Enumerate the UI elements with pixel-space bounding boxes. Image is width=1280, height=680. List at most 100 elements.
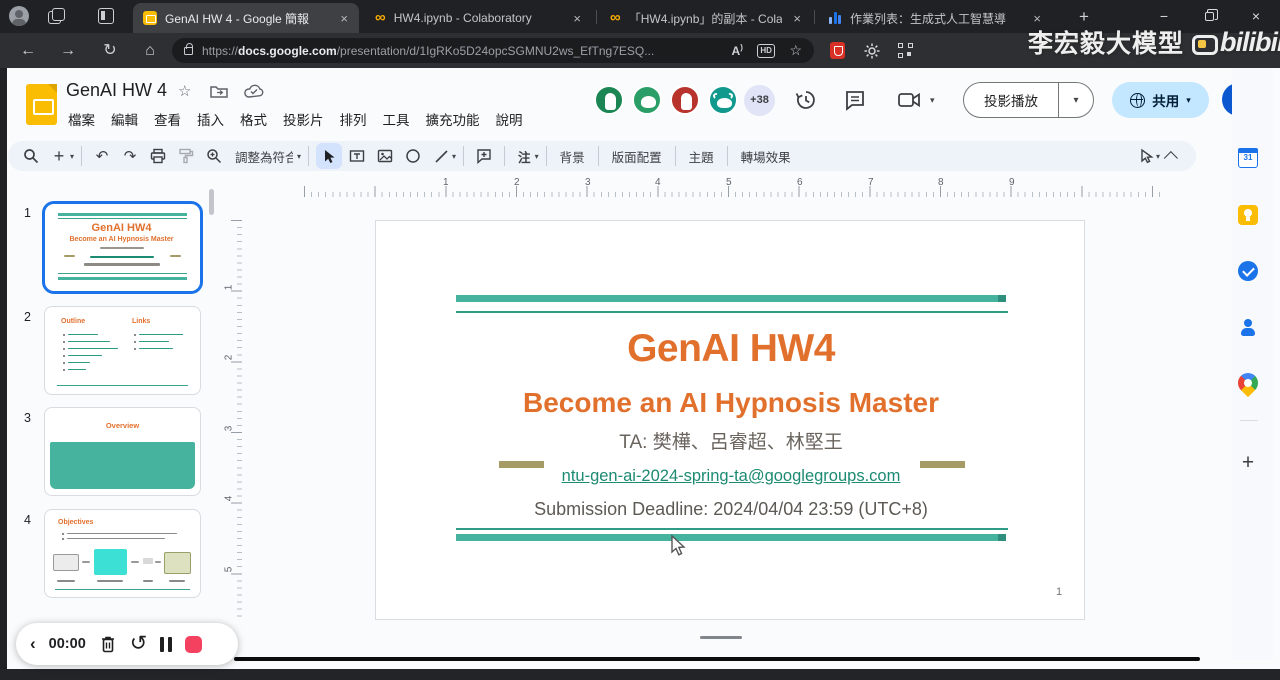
restart-icon[interactable]: ↺	[130, 633, 148, 654]
window-minimize-button[interactable]: −	[1144, 0, 1184, 33]
calendar-icon[interactable]: 31	[1237, 147, 1258, 168]
print-icon[interactable]	[145, 143, 171, 169]
fit-zoom-caret-icon[interactable]: ▾	[297, 152, 301, 161]
version-history-icon[interactable]	[794, 88, 818, 112]
slide-thumbnail-2[interactable]: Outline Links	[44, 306, 201, 395]
forward-icon[interactable]: →	[56, 39, 80, 63]
back-icon[interactable]: ←	[16, 39, 40, 63]
filmstrip-scrollbar[interactable]	[209, 189, 214, 215]
menu-format[interactable]: 格式	[232, 106, 275, 132]
recorder-collapse-icon[interactable]: ‹	[30, 634, 36, 654]
text-box-tool[interactable]	[344, 143, 370, 169]
home-icon[interactable]: ⌂	[138, 39, 162, 63]
tab-genai-hw4[interactable]: GenAI HW 4 - Google 簡報 ×	[133, 3, 359, 33]
new-tab-button[interactable]: +	[1072, 5, 1096, 29]
present-button[interactable]: 投影播放 ▾	[963, 82, 1094, 118]
window-restore-button[interactable]	[1190, 0, 1230, 33]
tab-assignment-list[interactable]: 作業列表：生成式人工智慧導 ×	[818, 3, 1052, 33]
collaborator-avatar[interactable]	[632, 85, 662, 115]
window-close-button[interactable]: ×	[1236, 0, 1276, 33]
slide-deadline[interactable]: Submission Deadline: 2024/04/04 23:59 (U…	[376, 499, 1086, 520]
cloud-status-icon[interactable]	[244, 84, 264, 98]
trash-icon[interactable]	[99, 634, 117, 654]
pause-icon[interactable]	[160, 636, 172, 652]
slide-title[interactable]: GenAI HW4	[376, 327, 1086, 371]
zoom-icon[interactable]	[201, 143, 227, 169]
collaborator-avatar[interactable]	[670, 85, 700, 115]
annotate-button[interactable]: 注	[512, 147, 537, 166]
meet-camera-icon[interactable]	[897, 88, 927, 112]
tab-colab-copy[interactable]: ∞ 「HW4.ipynb」的副本 - Colabo ×	[600, 3, 812, 33]
maps-icon[interactable]	[1233, 368, 1263, 398]
contacts-icon[interactable]	[1238, 317, 1258, 337]
tab-colab-hw4[interactable]: ∞ HW4.ipynb - Colaboratory ×	[365, 3, 592, 33]
tab-close-icon[interactable]: ×	[337, 11, 351, 26]
browser-profile-avatar[interactable]	[9, 6, 29, 26]
speaker-notes-handle[interactable]	[700, 636, 742, 639]
menu-file[interactable]: 檔案	[60, 106, 103, 132]
star-document-icon[interactable]: ☆	[178, 82, 191, 100]
extension-icon[interactable]	[830, 42, 845, 59]
slide-subtitle[interactable]: Become an AI Hypnosis Master	[376, 387, 1086, 419]
menu-slide[interactable]: 投影片	[275, 106, 332, 132]
stop-record-button[interactable]	[184, 635, 202, 653]
qr-code-icon[interactable]	[898, 43, 913, 58]
paint-format-icon[interactable]	[173, 143, 199, 169]
read-aloud-icon[interactable]: A)	[732, 43, 743, 58]
tab-close-icon[interactable]: ×	[570, 11, 584, 26]
document-title[interactable]: GenAI HW 4	[66, 80, 167, 101]
theme-button[interactable]: 主題	[683, 147, 720, 166]
search-icon[interactable]	[18, 143, 44, 169]
undo-icon[interactable]: ↶	[89, 143, 115, 169]
add-slide-caret-icon[interactable]: ▾	[70, 152, 74, 161]
fit-zoom-select[interactable]: 調整為符合大小	[229, 147, 299, 166]
slide-canvas[interactable]: GenAI HW4 Become an AI Hypnosis Master T…	[375, 220, 1085, 620]
camera-caret-icon[interactable]: ▾	[930, 95, 935, 106]
present-caret-icon[interactable]: ▾	[1059, 95, 1093, 106]
menu-edit[interactable]: 編輯	[103, 106, 146, 132]
menu-insert[interactable]: 插入	[189, 106, 232, 132]
share-button[interactable]: 共用 ▾	[1112, 82, 1209, 118]
line-caret-icon[interactable]: ▾	[452, 152, 456, 161]
add-slide-button[interactable]: +	[46, 143, 72, 169]
url-text[interactable]: https://docs.google.com/presentation/d/1…	[202, 44, 724, 58]
tab-groups-icon[interactable]	[48, 8, 65, 24]
menu-view[interactable]: 查看	[146, 106, 189, 132]
background-button[interactable]: 背景	[554, 147, 591, 166]
redo-icon[interactable]: ↷	[117, 143, 143, 169]
insert-line-tool[interactable]	[428, 143, 454, 169]
share-caret-icon[interactable]: ▾	[1186, 95, 1191, 106]
slide-thumbnail-3[interactable]: Overview	[44, 407, 201, 496]
tab-close-icon[interactable]: ×	[790, 11, 804, 26]
menu-arrange[interactable]: 排列	[332, 106, 375, 132]
insert-shape-tool[interactable]	[400, 143, 426, 169]
insert-comment-tool[interactable]	[471, 143, 497, 169]
annotate-caret-icon[interactable]: ▾	[535, 152, 539, 161]
workspace-window-icon[interactable]	[98, 8, 114, 24]
add-addon-button[interactable]: +	[1232, 451, 1264, 475]
extension-gear-icon[interactable]	[864, 43, 880, 59]
keep-icon[interactable]	[1238, 205, 1258, 225]
slide-ta-line[interactable]: TA: 樊樺、呂睿超、林堅王	[376, 427, 1086, 454]
video-progress-bar[interactable]	[234, 657, 1200, 661]
transition-button[interactable]: 轉場效果	[735, 147, 797, 166]
slide-thumbnail-1[interactable]: GenAI HW4 Become an AI Hypnosis Master	[42, 201, 203, 294]
slide-email-link[interactable]: ntu-gen-ai-2024-spring-ta@googlegroups.c…	[376, 467, 1086, 486]
collapse-toolbar-icon[interactable]	[1160, 143, 1186, 169]
layout-button[interactable]: 版面配置	[606, 147, 668, 166]
collaborator-avatar[interactable]	[594, 85, 624, 115]
menu-extensions[interactable]: 擴充功能	[418, 106, 488, 132]
menu-help[interactable]: 說明	[488, 106, 531, 132]
hd-icon[interactable]: HD	[756, 43, 776, 58]
move-folder-icon[interactable]	[210, 84, 228, 98]
url-bar[interactable]: https://docs.google.com/presentation/d/1…	[172, 38, 814, 63]
refresh-icon[interactable]: ↻	[98, 39, 122, 63]
comment-history-icon[interactable]	[843, 88, 867, 112]
collaborator-avatar[interactable]	[708, 85, 738, 115]
collaborator-overflow-badge[interactable]: +38	[744, 85, 775, 116]
select-tool[interactable]	[316, 143, 343, 169]
tab-close-icon[interactable]: ×	[1030, 11, 1044, 26]
insert-image-tool[interactable]	[372, 143, 398, 169]
favorite-star-icon[interactable]: ☆	[789, 42, 802, 59]
slide-thumbnail-4[interactable]: Objectives	[44, 509, 201, 598]
